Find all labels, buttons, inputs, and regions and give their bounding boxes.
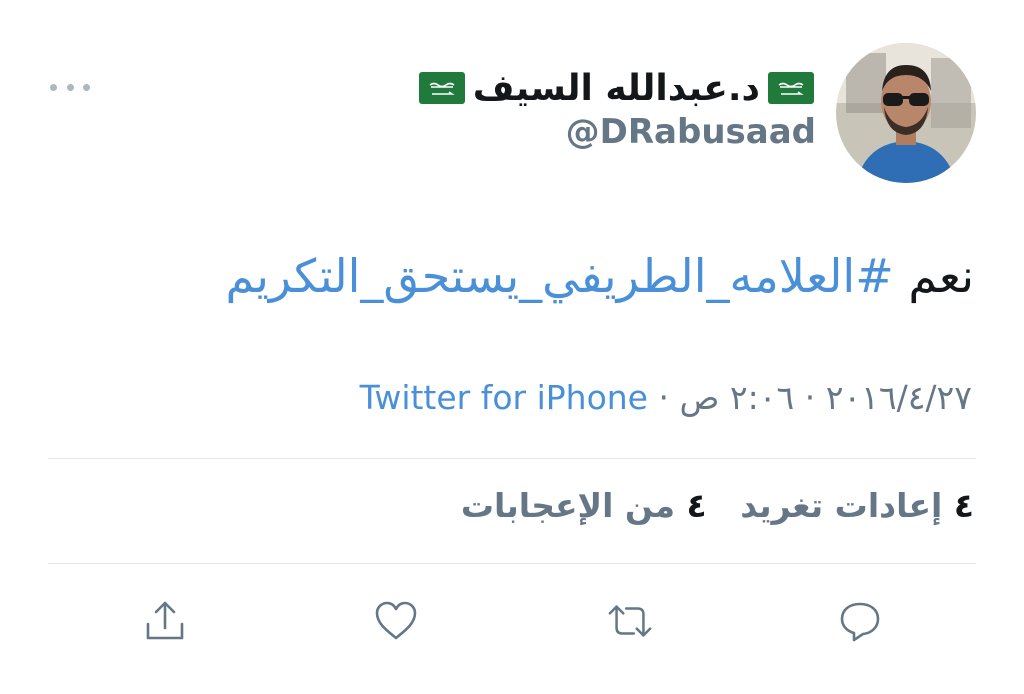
tweet-date: ٢٠١٦/٤/٢٧ <box>825 378 972 417</box>
tweet-source-link[interactable]: Twitter for iPhone <box>360 378 648 417</box>
retweets-stat[interactable]: ٤ إعادات تغريد <box>729 486 974 525</box>
reply-icon[interactable] <box>836 597 884 645</box>
retweet-icon[interactable] <box>606 597 654 645</box>
display-name-row[interactable]: د.عبدالله السيف <box>418 64 814 112</box>
saudi-flag-icon <box>418 72 465 104</box>
hashtag-link[interactable]: #العلامه_الطريفي_يستحق_التكريم <box>226 249 894 303</box>
more-options-icon[interactable] <box>50 78 90 96</box>
retweets-label: إعادات تغريد <box>740 486 943 525</box>
tweet-time: ٢:٠٦ ص <box>679 378 795 417</box>
tweet-meta: ٢٠١٦/٤/٢٧ · ٢:٠٦ ص · Twitter for iPhone <box>48 378 972 417</box>
tweet-stats: ٤ إعادات تغريد ٤ من الإعجابات <box>50 486 974 525</box>
likes-stat[interactable]: ٤ من الإعجابات <box>461 486 707 525</box>
saudi-flag-icon <box>768 72 814 104</box>
like-icon[interactable] <box>372 597 420 645</box>
divider <box>48 458 976 459</box>
retweets-count: ٤ <box>953 486 974 525</box>
tweet-detail: د.عبدالله السيف @DRabusaad نعم #العلامه_… <box>0 0 1024 694</box>
meta-separator: · <box>658 378 670 417</box>
divider <box>48 563 976 564</box>
display-name: د.عبدالله السيف <box>472 67 760 109</box>
likes-count: ٤ <box>686 486 707 525</box>
avatar[interactable] <box>836 43 976 183</box>
share-icon[interactable] <box>141 597 189 645</box>
meta-separator: · <box>804 378 816 417</box>
tweet-text-prefix: نعم <box>908 249 974 303</box>
tweet-text: نعم #العلامه_الطريفي_يستحق_التكريم <box>50 246 975 306</box>
user-handle[interactable]: @DRabusaad <box>566 112 816 152</box>
likes-label: من الإعجابات <box>460 486 676 525</box>
